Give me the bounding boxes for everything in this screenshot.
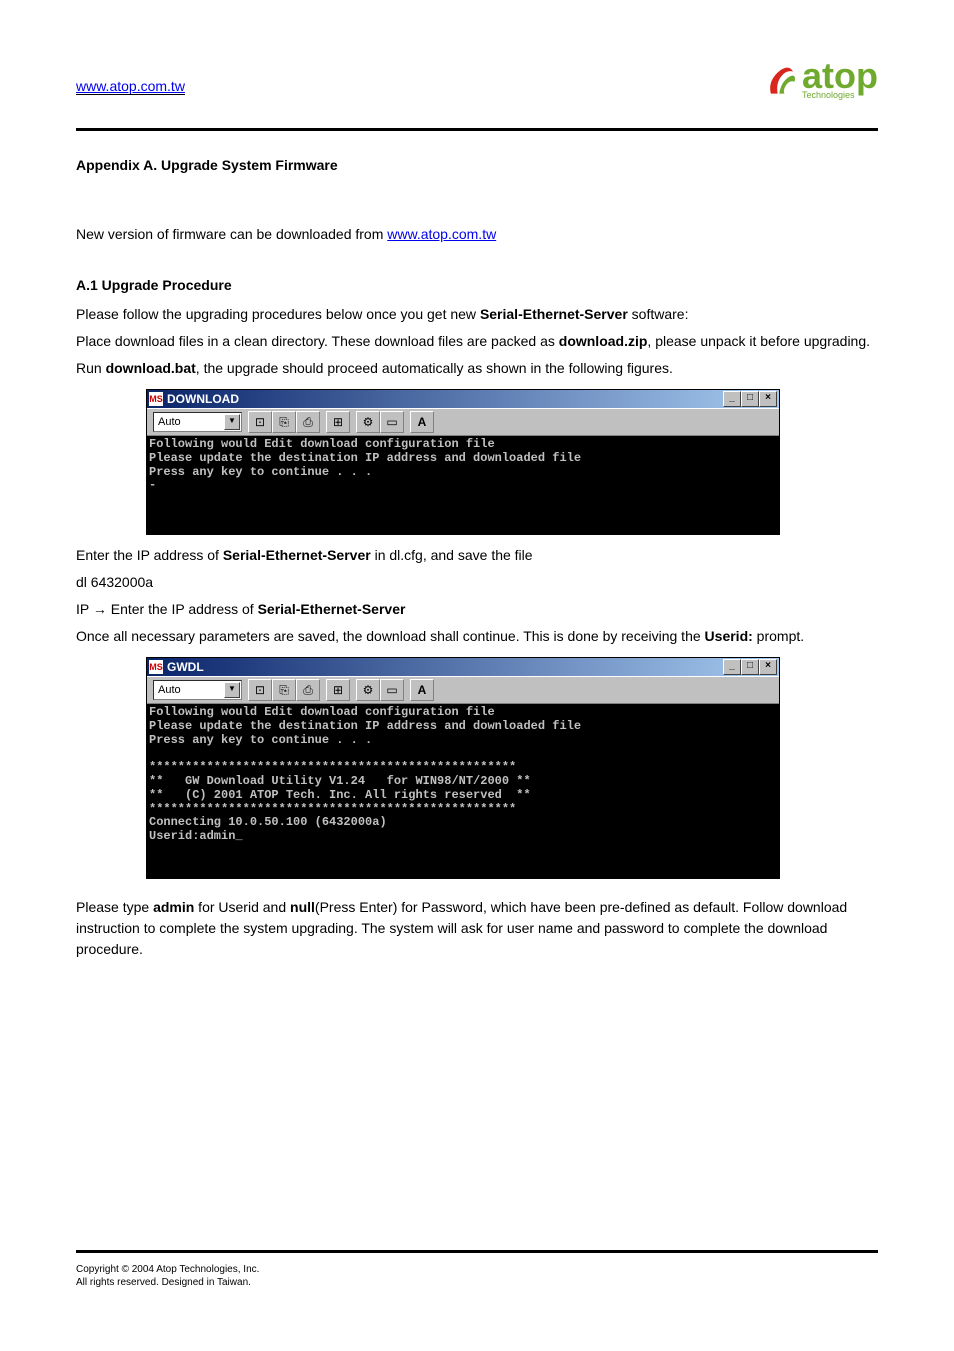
screenshot-gwdl-window: MS GWDL _ □ × Auto ▼ ⊡ bbox=[146, 657, 780, 879]
dropdown-icon: ▼ bbox=[224, 414, 240, 430]
download-link[interactable]: www.atop.com.tw bbox=[387, 226, 496, 242]
appendix-title: Appendix A. Upgrade System Firmware bbox=[76, 155, 878, 176]
fullscreen-button[interactable]: ⊞ bbox=[326, 411, 350, 433]
logo-icon bbox=[764, 63, 798, 97]
minimize-button[interactable]: _ bbox=[723, 659, 741, 675]
fullscreen-button[interactable]: ⊞ bbox=[326, 679, 350, 701]
logo: atop Technologies bbox=[764, 60, 878, 100]
titlebar-2: MS GWDL _ □ × bbox=[147, 658, 779, 676]
copy-button[interactable]: ⎘ bbox=[272, 679, 296, 701]
terminal-output-2: Following would Edit download configurat… bbox=[147, 704, 779, 878]
msdos-icon: MS bbox=[149, 392, 163, 406]
background-button[interactable]: ▭ bbox=[380, 411, 404, 433]
bullet-2: Run download.bat, the upgrade should pro… bbox=[76, 358, 878, 379]
bottom-divider bbox=[76, 1250, 878, 1253]
background-button[interactable]: ▭ bbox=[380, 679, 404, 701]
logo-subtext: Technologies bbox=[802, 90, 878, 100]
footer: Copyright © 2004 Atop Technologies, Inc.… bbox=[76, 1263, 878, 1289]
logo-text: atop bbox=[802, 60, 878, 92]
p1: Please follow the upgrading procedures b… bbox=[76, 304, 878, 325]
maximize-button[interactable]: □ bbox=[741, 391, 759, 407]
section-heading: A.1 Upgrade Procedure bbox=[76, 275, 878, 296]
toolbar-1: Auto ▼ ⊡ ⎘ ⎙ ⊞ ⚙ ▭ bbox=[147, 408, 779, 436]
font-size-select[interactable]: Auto ▼ bbox=[153, 680, 242, 700]
font-button[interactable]: A bbox=[410, 411, 434, 433]
minimize-button[interactable]: _ bbox=[723, 391, 741, 407]
mid-bullet-1: Enter the IP address of Serial-Ethernet-… bbox=[76, 545, 878, 566]
window-title-2: GWDL bbox=[167, 658, 204, 676]
titlebar-1: MS DOWNLOAD _ □ × bbox=[147, 390, 779, 408]
intro-paragraph: New version of firmware can be downloade… bbox=[76, 224, 878, 245]
maximize-button[interactable]: □ bbox=[741, 659, 759, 675]
top-divider bbox=[76, 128, 878, 131]
dropdown-icon: ▼ bbox=[224, 682, 240, 698]
mark-button[interactable]: ⊡ bbox=[248, 411, 272, 433]
paste-button[interactable]: ⎙ bbox=[296, 679, 320, 701]
properties-button[interactable]: ⚙ bbox=[356, 411, 380, 433]
font-button[interactable]: A bbox=[410, 679, 434, 701]
header-home-link[interactable]: www.atop.com.tw bbox=[76, 78, 185, 95]
footer-copyright: Copyright © 2004 Atop Technologies, Inc. bbox=[76, 1263, 878, 1276]
mid-line-1: dl 6432000a bbox=[76, 572, 878, 593]
msdos-icon: MS bbox=[149, 660, 163, 674]
post-bullet-1: Please type admin for Userid and null(Pr… bbox=[76, 897, 878, 960]
toolbar-2: Auto ▼ ⊡ ⎘ ⎙ ⊞ ⚙ ▭ bbox=[147, 676, 779, 704]
bullet-1: Place download files in a clean director… bbox=[76, 331, 878, 352]
copy-button[interactable]: ⎘ bbox=[272, 411, 296, 433]
footer-rights: All rights reserved. Designed in Taiwan. bbox=[76, 1276, 878, 1289]
close-button[interactable]: × bbox=[759, 391, 777, 407]
mid-line-2: IP → Enter the IP address of Serial-Ethe… bbox=[76, 599, 878, 620]
mark-button[interactable]: ⊡ bbox=[248, 679, 272, 701]
font-size-select[interactable]: Auto ▼ bbox=[153, 412, 242, 432]
properties-button[interactable]: ⚙ bbox=[356, 679, 380, 701]
mid-line-3: Once all necessary parameters are saved,… bbox=[76, 626, 878, 647]
terminal-output-1: Following would Edit download configurat… bbox=[147, 436, 779, 534]
window-title-1: DOWNLOAD bbox=[167, 390, 239, 408]
screenshot-download-window: MS DOWNLOAD _ □ × Auto ▼ ⊡ bbox=[146, 389, 780, 535]
paste-button[interactable]: ⎙ bbox=[296, 411, 320, 433]
close-button[interactable]: × bbox=[759, 659, 777, 675]
